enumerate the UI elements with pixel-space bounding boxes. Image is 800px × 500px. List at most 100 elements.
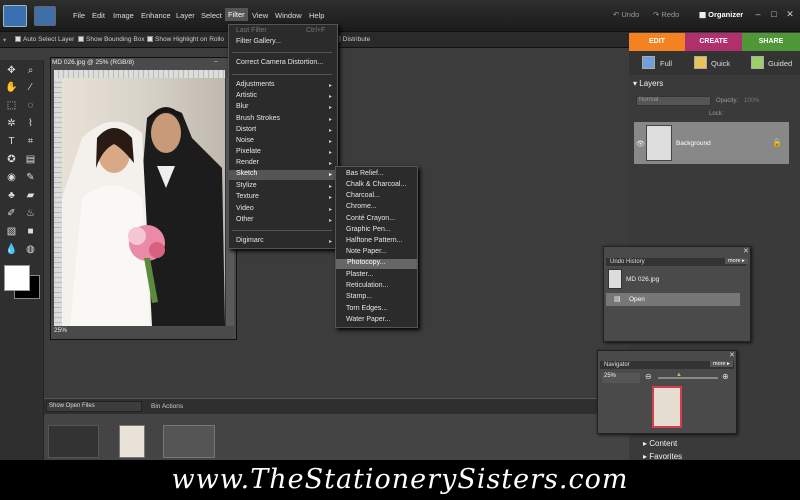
menu-layer[interactable]: Layer <box>176 11 195 20</box>
sketch-item-charcoal[interactable]: Charcoal... <box>346 192 380 199</box>
auto-select-checkbox[interactable]: Auto Select Layer <box>15 36 74 43</box>
menu-edit[interactable]: Edit <box>92 11 105 20</box>
undo-button[interactable]: ↶ Undo <box>613 10 639 19</box>
navigator-preview[interactable] <box>652 386 682 428</box>
organizer-button[interactable]: ▦ Organizer <box>699 10 743 19</box>
blur-tool-icon[interactable]: 💧 <box>4 243 19 257</box>
shape-tool-icon[interactable]: ■ <box>23 225 38 239</box>
undo-item-open[interactable]: Open <box>629 296 645 303</box>
maximize-button[interactable]: □ <box>769 9 779 19</box>
menu-filter[interactable]: Filter <box>225 8 248 21</box>
filter-item-digimarc[interactable]: Digimarc <box>236 237 264 244</box>
tab-full[interactable]: Full <box>660 59 672 68</box>
distribute-button[interactable]: ⫼ Distribute <box>338 36 370 44</box>
clone-stamp-tool-icon[interactable]: ♣ <box>4 189 19 203</box>
filter-item-render[interactable]: Render <box>236 159 259 166</box>
zoom-out-icon[interactable]: ⊖ <box>645 372 652 381</box>
move-tool-icon[interactable]: ✥ <box>4 64 19 78</box>
zoom-slider-thumb[interactable]: ▲ <box>676 372 682 378</box>
menu-file[interactable]: File <box>73 11 85 20</box>
undo-item-open-row[interactable] <box>606 293 740 306</box>
filter-item-pixelate[interactable]: Pixelate <box>236 148 261 155</box>
filter-gallery-item[interactable]: Filter Gallery... <box>236 38 281 45</box>
opacity-value[interactable]: 100% <box>744 98 759 104</box>
sketch-item-stamp[interactable]: Stamp... <box>346 293 372 300</box>
zoom-slider[interactable] <box>658 377 718 379</box>
sketch-item-graphic-pen[interactable]: Graphic Pen... <box>346 226 391 233</box>
bounding-box-checkbox[interactable]: Show Bounding Box <box>78 36 145 43</box>
sponge-tool-icon[interactable]: ◍ <box>23 243 38 257</box>
zoom-in-icon[interactable]: ⊕ <box>722 372 729 381</box>
menu-select[interactable]: Select <box>201 11 222 20</box>
selection-brush-tool-icon[interactable]: ⌇ <box>23 117 38 131</box>
filter-item-brush-strokes[interactable]: Brush Strokes <box>236 115 280 122</box>
cookie-cutter-tool-icon[interactable]: ✪ <box>4 153 19 167</box>
filter-item-blur[interactable]: Blur <box>236 103 248 110</box>
gradient-tool-icon[interactable]: ▧ <box>4 225 19 239</box>
bin-actions-button[interactable]: Bin Actions <box>151 403 183 410</box>
tab-share[interactable]: SHARE <box>742 33 800 51</box>
highlight-checkbox[interactable]: Show Highlight on Rollo <box>147 36 224 43</box>
filter-item-adjustments[interactable]: Adjustments <box>236 81 275 88</box>
canvas-image[interactable] <box>62 78 225 326</box>
blend-mode-select[interactable]: Normal <box>636 96 711 106</box>
bin-thumbnail[interactable] <box>163 425 215 458</box>
tab-edit[interactable]: EDIT <box>629 33 685 51</box>
undo-more-button[interactable]: more ▸ <box>725 258 748 264</box>
brush-tool-icon[interactable]: ✐ <box>4 207 19 221</box>
visibility-eye-icon[interactable]: 👁 <box>636 140 645 148</box>
bin-thumbnail[interactable] <box>119 425 145 458</box>
type-tool-icon[interactable]: T <box>4 135 19 149</box>
sketch-item-chalk-charcoal[interactable]: Chalk & Charcoal... <box>346 181 406 188</box>
crop-tool-icon[interactable]: ⌗ <box>23 135 38 149</box>
red-eye-tool-icon[interactable]: ◉ <box>4 171 19 185</box>
panel-close-icon[interactable]: ✕ <box>729 351 735 359</box>
eraser-tool-icon[interactable]: ▰ <box>23 189 38 203</box>
sketch-item-torn-edges[interactable]: Torn Edges... <box>346 305 387 312</box>
menu-help[interactable]: Help <box>309 11 324 20</box>
sketch-item-halftone-pattern[interactable]: Halftone Pattern... <box>346 237 402 244</box>
content-panel-title[interactable]: ▸ Content <box>643 439 677 448</box>
filter-item-stylize[interactable]: Stylize <box>236 182 257 189</box>
sketch-item-note-paper[interactable]: Note Paper... <box>346 248 387 255</box>
zoom-readout[interactable]: 25% <box>54 327 67 334</box>
filter-item-sketch[interactable]: Sketch <box>229 170 335 180</box>
minimize-button[interactable]: – <box>753 9 763 19</box>
filter-item-distort[interactable]: Distort <box>236 126 256 133</box>
marquee-tool-icon[interactable]: ⬚ <box>4 99 19 113</box>
bin-show-select[interactable]: Show Open Files <box>46 401 142 412</box>
healing-brush-tool-icon[interactable]: ✎ <box>23 171 38 185</box>
sketch-item-chrome[interactable]: Chrome... <box>346 203 377 210</box>
menu-window[interactable]: Window <box>275 11 302 20</box>
sketch-item-photocopy[interactable]: Photocopy... <box>336 259 417 269</box>
redo-button[interactable]: ↷ Redo <box>653 10 679 19</box>
tab-quick[interactable]: Quick <box>711 59 730 68</box>
filter-item-texture[interactable]: Texture <box>236 193 259 200</box>
paint-bucket-tool-icon[interactable]: ♨ <box>23 207 38 221</box>
tab-guided[interactable]: Guided <box>768 59 792 68</box>
lasso-tool-icon[interactable]: ◌ <box>23 99 38 113</box>
filter-item-noise[interactable]: Noise <box>236 137 254 144</box>
menu-enhance[interactable]: Enhance <box>141 11 171 20</box>
layers-panel-title[interactable]: ▾ Layers <box>633 79 663 88</box>
close-button[interactable]: ✕ <box>785 9 795 19</box>
home-button[interactable] <box>34 6 56 26</box>
menu-view[interactable]: View <box>252 11 268 20</box>
eyedropper-tool-icon[interactable]: ⁄ <box>23 81 38 95</box>
tab-create[interactable]: CREATE <box>685 33 742 51</box>
sketch-item-bas-relief[interactable]: Bas Relief... <box>346 170 384 177</box>
navigator-more-button[interactable]: more ▸ <box>710 361 733 367</box>
hand-tool-icon[interactable]: ✋ <box>4 81 19 95</box>
menu-image[interactable]: Image <box>113 11 134 20</box>
magic-wand-tool-icon[interactable]: ✲ <box>4 117 19 131</box>
filter-item-video[interactable]: Video <box>236 205 254 212</box>
undo-item-snapshot[interactable]: MD 026.jpg <box>626 276 659 283</box>
straighten-tool-icon[interactable]: ▤ <box>23 153 38 167</box>
filter-item-other[interactable]: Other <box>236 216 254 223</box>
correct-camera-item[interactable]: Correct Camera Distortion... <box>236 59 323 66</box>
panel-close-icon[interactable]: ✕ <box>743 247 749 255</box>
zoom-tool-icon[interactable]: ⌕ <box>23 64 38 78</box>
sketch-item-conte-crayon[interactable]: Conté Crayon... <box>346 215 395 222</box>
options-collapse-icon[interactable]: ▾ <box>3 36 6 44</box>
navigator-zoom-field[interactable]: 25% <box>602 373 640 383</box>
